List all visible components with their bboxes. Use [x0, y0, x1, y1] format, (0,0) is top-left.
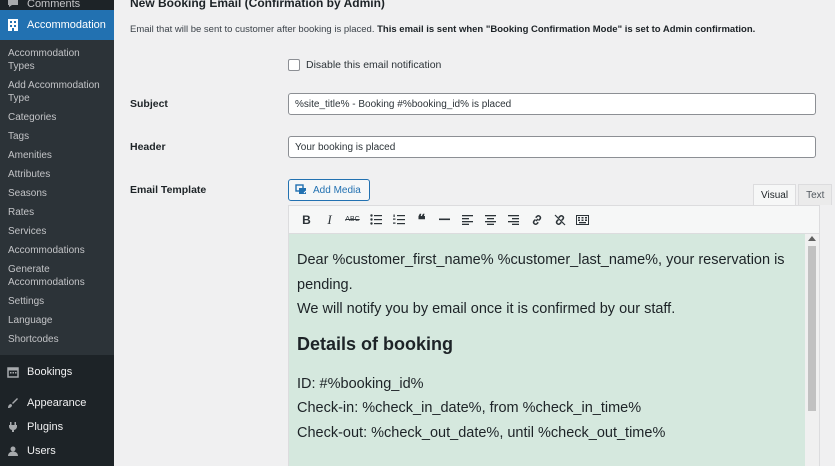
bulleted-list-button[interactable]	[364, 208, 387, 231]
sidebar-item-label: Appearance	[27, 397, 87, 409]
editor-content: Dear %customer_first_name% %customer_las…	[297, 248, 797, 445]
italic-button[interactable]: I	[318, 208, 341, 231]
subject-label: Subject	[130, 98, 168, 110]
submenu-item[interactable]: Accommodations	[0, 241, 114, 260]
submenu-item[interactable]: Services	[0, 222, 114, 241]
bulleted-list-icon	[369, 214, 382, 225]
subject-input[interactable]: %site_title% - Booking #%booking_id% is …	[288, 93, 816, 115]
header-label: Header	[130, 141, 166, 153]
unlink-icon	[554, 214, 565, 225]
align-center-button[interactable]	[479, 208, 502, 231]
greeting-paragraph: Dear %customer_first_name% %customer_las…	[297, 252, 785, 293]
add-media-label: Add Media	[313, 184, 361, 196]
sidebar-item-accommodation[interactable]: Accommodation	[0, 10, 114, 40]
accommodation-submenu: Accommodation Types Add Accommodation Ty…	[0, 40, 114, 355]
sidebar-item-label: Accommodation	[27, 19, 106, 31]
submenu-item[interactable]: Settings	[0, 292, 114, 311]
email-template-editor[interactable]: Dear %customer_first_name% %customer_las…	[288, 234, 820, 466]
submenu-item[interactable]: Add Accommodation Type	[0, 76, 114, 108]
sidebar-item-users[interactable]: Users	[0, 439, 114, 463]
check-out-line: Check-out: %check_out_date%, until %chec…	[297, 424, 666, 441]
align-right-icon	[508, 214, 519, 225]
align-right-button[interactable]	[502, 208, 525, 231]
sidebar-item-label: Users	[27, 445, 56, 457]
strikethrough-button[interactable]: ABC	[341, 208, 364, 231]
admin-sidebar: Comments Accommodation Accommodation Typ…	[0, 0, 114, 466]
remove-link-button[interactable]	[548, 208, 571, 231]
blockquote-button[interactable]: ❝	[410, 208, 433, 231]
paintbrush-icon	[6, 396, 20, 410]
scroll-thumb[interactable]	[808, 246, 816, 411]
notify-paragraph: We will notify you by email once it is c…	[297, 301, 676, 317]
email-template-label: Email Template	[130, 184, 207, 196]
disable-notification-label[interactable]: Disable this email notification	[306, 59, 441, 71]
horizontal-line-button[interactable]	[433, 208, 456, 231]
submenu-item[interactable]: Seasons	[0, 184, 114, 203]
submenu-item[interactable]: Generate Accommodations	[0, 260, 114, 292]
submenu-item[interactable]: Tags	[0, 127, 114, 146]
bold-button[interactable]: B	[295, 208, 318, 231]
editor-tabs: Visual Text	[751, 184, 833, 205]
booking-id-line: ID: #%booking_id%	[297, 375, 424, 392]
comments-icon	[6, 0, 20, 10]
align-left-icon	[462, 214, 473, 225]
tab-text[interactable]: Text	[798, 184, 833, 205]
tab-visual[interactable]: Visual	[753, 184, 797, 205]
link-icon	[532, 214, 541, 225]
header-input[interactable]: Your booking is placed	[288, 136, 816, 158]
plug-icon	[6, 420, 20, 434]
numbered-list-icon	[392, 214, 405, 225]
user-icon	[6, 444, 20, 458]
horizontal-line-icon	[439, 218, 450, 221]
toolbar-toggle-button[interactable]	[571, 208, 594, 231]
submenu-item[interactable]: Language	[0, 311, 114, 330]
align-left-button[interactable]	[456, 208, 479, 231]
media-icon	[295, 184, 308, 196]
disable-notification-row: Disable this email notification	[288, 59, 441, 71]
sidebar-item-appearance[interactable]: Appearance	[0, 391, 114, 415]
editor-scrollbar[interactable]	[805, 234, 819, 466]
submenu-item[interactable]: Attributes	[0, 165, 114, 184]
sidebar-item-label: Plugins	[27, 421, 64, 433]
submenu-item[interactable]: Accommodation Types	[0, 44, 114, 76]
desc-bold: This email is sent when "Booking Confirm…	[377, 24, 756, 35]
disable-notification-checkbox[interactable]	[288, 59, 300, 71]
keyboard-icon	[576, 214, 589, 225]
section-description: Email that will be sent to customer afte…	[130, 24, 755, 35]
check-in-line: Check-in: %check_in_date%, from %check_i…	[297, 400, 642, 416]
submenu-item[interactable]: Categories	[0, 108, 114, 127]
sidebar-item-label: Bookings	[27, 366, 73, 378]
sidebar-item-plugins[interactable]: Plugins	[0, 415, 114, 439]
sidebar-item-bookings[interactable]: Bookings	[0, 357, 114, 387]
editor-toolbar: B I ABC ❝	[288, 205, 820, 234]
insert-link-button[interactable]	[525, 208, 548, 231]
details-heading: Details of booking	[297, 333, 454, 354]
sidebar-item-comments[interactable]: Comments	[0, 0, 114, 10]
sidebar-item-label: Comments	[27, 0, 81, 10]
calendar-icon	[6, 365, 20, 379]
add-media-button[interactable]: Add Media	[288, 179, 370, 201]
section-title: New Booking Email (Confirmation by Admin…	[130, 0, 385, 10]
building-icon	[6, 18, 20, 32]
numbered-list-button[interactable]	[387, 208, 410, 231]
submenu-item[interactable]: Shortcodes	[0, 330, 114, 349]
submenu-item[interactable]: Amenities	[0, 146, 114, 165]
scroll-up-arrow-icon[interactable]	[808, 236, 816, 241]
desc-plain: Email that will be sent to customer afte…	[130, 24, 378, 35]
submenu-item[interactable]: Rates	[0, 203, 114, 222]
align-center-icon	[485, 214, 496, 225]
